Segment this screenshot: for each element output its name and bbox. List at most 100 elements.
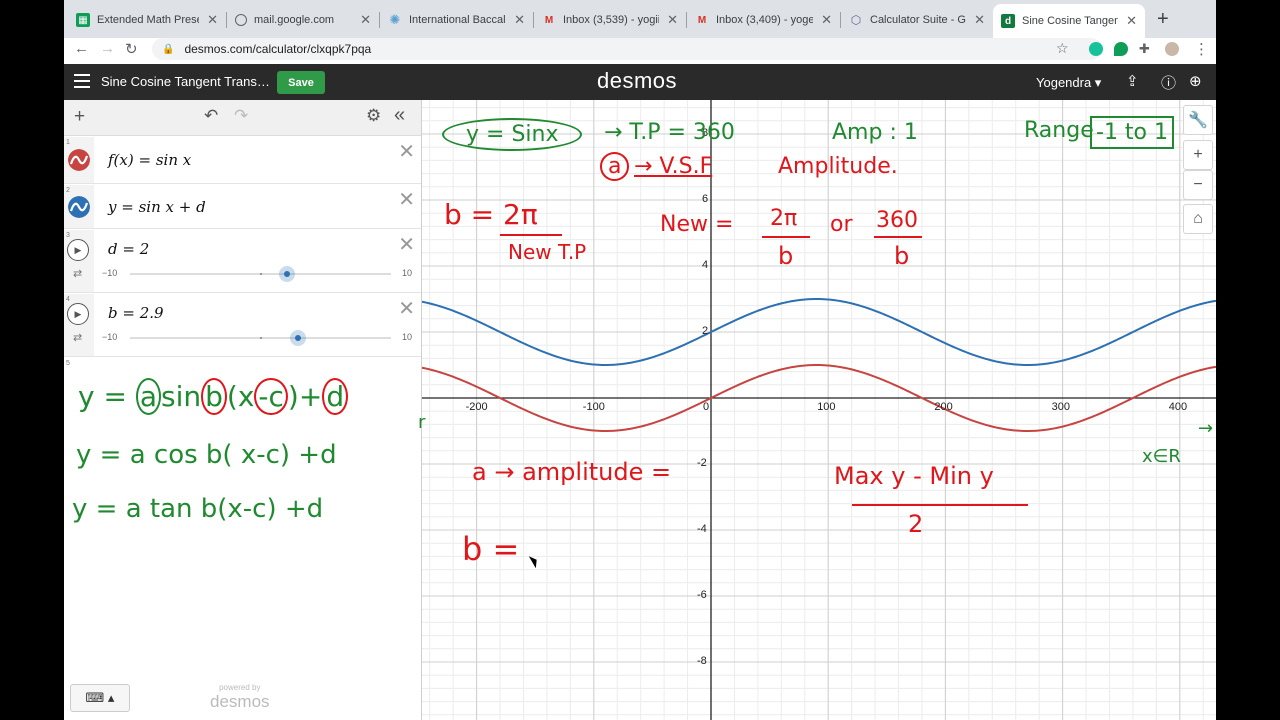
note-b-eq: b = bbox=[462, 530, 520, 568]
ib-icon: ✺ bbox=[389, 12, 401, 27]
close-tab-icon[interactable]: ✕ bbox=[514, 12, 525, 28]
expression-latex[interactable]: y = sin x + d bbox=[108, 198, 206, 216]
browser-window: ▦ Extended Math Presen ✕ mail.google.com ✕… bbox=[64, 0, 1216, 720]
back-icon[interactable]: ← bbox=[74, 40, 89, 57]
globe-icon[interactable]: ⊕ bbox=[1189, 72, 1202, 90]
handwritten-general-form: y = a sin b (x -c)+ d bbox=[78, 378, 349, 415]
x-tick-label: 0 bbox=[703, 401, 710, 413]
y-tick-label: 6 bbox=[702, 193, 709, 205]
red-graph-icon[interactable] bbox=[68, 149, 90, 171]
desmos-header: Sine Cosine Tangent Trans… Save desmos Y… bbox=[64, 64, 1216, 100]
expression-latex[interactable]: b = 2.9 bbox=[108, 304, 164, 322]
y-tick-label: 4 bbox=[702, 259, 709, 271]
browser-tab[interactable]: mail.google.com ✕ bbox=[227, 6, 379, 34]
browser-toolbar: ← → ↻ 🔒 desmos.com/calculator/clxqpk7pqa… bbox=[64, 38, 1216, 64]
address-bar[interactable]: 🔒 desmos.com/calculator/clxqpk7pqa bbox=[152, 38, 1102, 60]
note-b-denominator: b bbox=[894, 242, 910, 270]
expression-latex[interactable]: f(x) = sin x bbox=[108, 151, 191, 169]
redo-icon[interactable]: ↷ bbox=[234, 106, 248, 126]
browser-tab-active[interactable]: d Sine Cosine Tangent T✕ bbox=[993, 4, 1145, 38]
forward-icon[interactable]: → bbox=[100, 40, 115, 57]
bookmark-star-icon[interactable]: ☆ bbox=[1056, 40, 1069, 57]
handwritten-tan-form: y = a tan b(x-c) +d bbox=[72, 494, 324, 524]
browser-tab[interactable]: ▦ Extended Math Presen ✕ bbox=[68, 6, 226, 34]
y-tick-label: -6 bbox=[697, 589, 707, 601]
desmos-logo: desmos bbox=[597, 68, 678, 93]
play-icon[interactable]: ▶ bbox=[67, 303, 89, 325]
note-amp-1: Amp : 1 bbox=[832, 120, 918, 145]
note-range-value: -1 to 1 bbox=[1090, 116, 1175, 149]
profile-avatar[interactable] bbox=[1165, 42, 1179, 56]
add-item-icon[interactable]: + bbox=[74, 106, 85, 128]
handwritten-cos-form: y = a cos b( x-c) +d bbox=[76, 440, 337, 470]
close-tab-icon[interactable]: ✕ bbox=[207, 12, 218, 28]
menu-dots-icon[interactable]: ⋮ bbox=[1194, 40, 1209, 58]
expression-row[interactable]: 1 f(x) = sin x ✕ bbox=[64, 137, 421, 184]
play-icon[interactable]: ▶ bbox=[67, 239, 89, 261]
slider-row[interactable]: 4 ▶ ⇄ b = 2.9 −10 10 ✕ bbox=[64, 294, 421, 357]
note-vsf: → V.S.F bbox=[634, 154, 713, 179]
delete-expression-icon[interactable]: ✕ bbox=[398, 296, 415, 321]
wrench-icon[interactable]: 🔧 bbox=[1183, 105, 1213, 135]
close-tab-icon[interactable]: ✕ bbox=[821, 12, 832, 28]
blue-graph-icon[interactable] bbox=[68, 196, 90, 218]
new-tab-button[interactable]: + bbox=[1157, 8, 1169, 31]
user-menu[interactable]: Yogendra ▾ bbox=[1036, 75, 1101, 91]
reload-icon[interactable]: ↻ bbox=[125, 40, 138, 58]
keyboard-toggle-button[interactable]: ⌨ ▴ bbox=[70, 684, 130, 712]
slider-handle[interactable] bbox=[290, 330, 307, 346]
close-tab-icon[interactable]: ✕ bbox=[667, 12, 678, 28]
geogebra-icon: ⬡ bbox=[850, 13, 862, 27]
zoom-out-button[interactable]: − bbox=[1183, 170, 1213, 200]
expression-row[interactable]: 2 y = sin x + d ✕ bbox=[64, 185, 421, 229]
close-tab-icon[interactable]: ✕ bbox=[1126, 13, 1137, 29]
note-x-in-r: x∈R bbox=[1142, 446, 1181, 467]
y-tick-label: -4 bbox=[697, 523, 707, 535]
delete-expression-icon[interactable]: ✕ bbox=[398, 139, 415, 164]
loop-icon[interactable]: ⇄ bbox=[73, 331, 82, 344]
powered-by-desmos: powered by desmos bbox=[210, 683, 270, 711]
browser-tab[interactable]: M Inbox (3,539) - yogiib ✕ bbox=[534, 6, 686, 34]
note-maxy-miny: Max y - Min y bbox=[834, 462, 994, 490]
note-new-eq: New = bbox=[660, 212, 734, 237]
share-icon[interactable]: ⇪ bbox=[1126, 72, 1139, 90]
note-arrow: → bbox=[1198, 418, 1214, 439]
browser-tab[interactable]: M Inbox (3,409) - yogen ✕ bbox=[687, 6, 840, 34]
close-tab-icon[interactable]: ✕ bbox=[360, 12, 371, 28]
puzzle-icon[interactable]: ✚ bbox=[1139, 41, 1150, 57]
delete-expression-icon[interactable]: ✕ bbox=[398, 232, 415, 257]
gmail-icon: M bbox=[544, 14, 554, 26]
browser-tab[interactable]: ✺ International Baccalau✕ bbox=[380, 6, 533, 34]
home-icon[interactable]: ⌂ bbox=[1183, 204, 1213, 234]
collapse-panel-icon[interactable]: « bbox=[394, 104, 405, 127]
tab-strip: ▦ Extended Math Presen ✕ mail.google.com ✕… bbox=[64, 0, 1216, 38]
x-tick-label: 300 bbox=[1051, 401, 1070, 413]
loop-icon[interactable]: ⇄ bbox=[73, 267, 82, 280]
grammarly-icon[interactable] bbox=[1089, 42, 1103, 56]
hamburger-icon[interactable] bbox=[74, 74, 90, 88]
desmos-icon: d bbox=[1001, 14, 1015, 28]
graph-paper[interactable]: -200 -100 0 100 200 300 400 8 6 4 2 -2 -4 -6 -8 🔧 + − … bbox=[358, 67, 1216, 720]
expression-toolbar: + ↶ ↷ ⚙ « bbox=[64, 100, 421, 136]
undo-icon[interactable]: ↶ bbox=[204, 106, 218, 126]
save-button[interactable]: Save bbox=[277, 71, 325, 94]
help-icon[interactable]: ⓘ bbox=[1161, 72, 1176, 93]
gmail-icon: M bbox=[697, 14, 707, 26]
x-tick-label: -100 bbox=[582, 401, 605, 413]
expression-latex[interactable]: d = 2 bbox=[108, 240, 149, 258]
extension-icon[interactable] bbox=[1114, 42, 1128, 56]
browser-tab[interactable]: ⬡ Calculator Suite - Geo✕ bbox=[841, 6, 993, 34]
empty-expression-row[interactable]: 5 bbox=[64, 358, 421, 378]
gear-icon[interactable]: ⚙ bbox=[366, 106, 381, 126]
note-two: 2 bbox=[908, 510, 924, 538]
graph-title[interactable]: Sine Cosine Tangent Trans… bbox=[101, 74, 270, 89]
lock-icon: 🔒 bbox=[162, 43, 175, 55]
slider-row[interactable]: 3 ▶ ⇄ d = 2 −10 10 ✕ bbox=[64, 230, 421, 293]
close-tab-icon[interactable]: ✕ bbox=[974, 12, 985, 28]
note-new-tp: New T.P bbox=[508, 240, 587, 264]
delete-expression-icon[interactable]: ✕ bbox=[398, 187, 415, 212]
note-b-denominator: b bbox=[778, 242, 794, 270]
slider-handle[interactable] bbox=[278, 266, 295, 282]
y-tick-label: -2 bbox=[697, 457, 707, 469]
zoom-in-button[interactable]: + bbox=[1183, 140, 1213, 170]
